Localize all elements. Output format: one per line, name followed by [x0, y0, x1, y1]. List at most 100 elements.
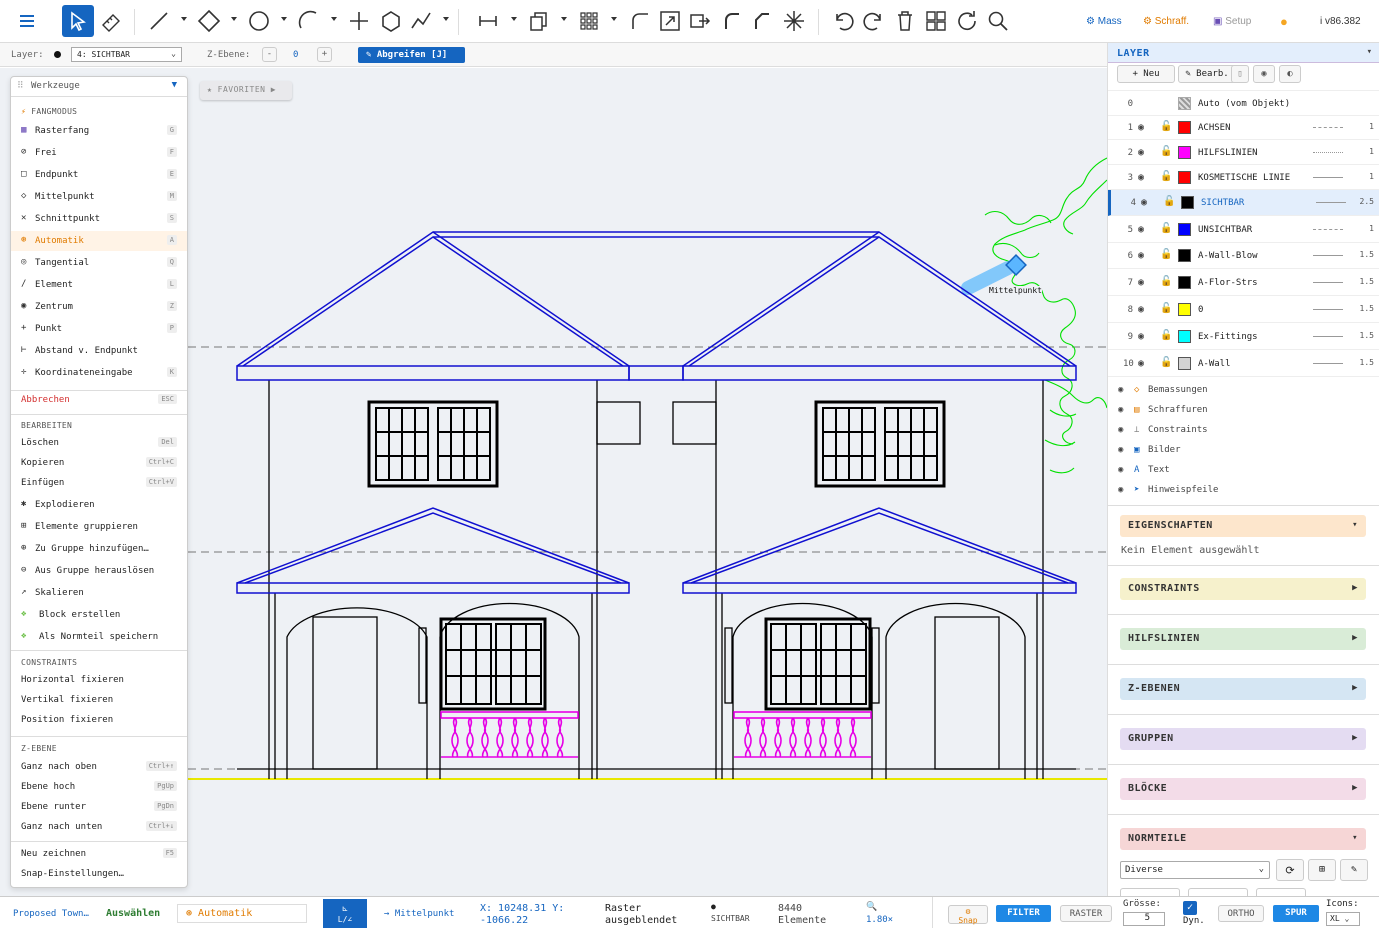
groups-panel-header[interactable]: GRUPPEN ▶ — [1120, 728, 1366, 750]
z-plus-button[interactable]: + — [317, 47, 332, 62]
snap-mode-field[interactable]: ⊛ Automatik — [177, 904, 307, 923]
delete-layer-icon[interactable]: ▯ — [1231, 65, 1249, 83]
visibility-icon[interactable]: ◉ — [1253, 65, 1275, 83]
snap-item[interactable]: ◉ Zentrum Z — [11, 297, 187, 317]
undo-icon[interactable] — [828, 5, 860, 37]
grid-icon[interactable] — [920, 5, 952, 37]
layer-row[interactable]: 1 ◉ 🔓 ACHSEN 1 — [1108, 115, 1379, 140]
mass-button[interactable]: ⚙ Mass — [1086, 16, 1122, 27]
new-layer-button[interactable]: + Neu — [1117, 65, 1175, 83]
grab-button[interactable]: ✎ Abgreifen [J] — [358, 47, 465, 63]
constraint-item[interactable]: Position fixieren — [11, 710, 187, 730]
lock-icon[interactable]: 🔓 — [1160, 303, 1172, 314]
layer-color-swatch[interactable] — [1181, 196, 1194, 209]
snap-item[interactable]: / Element L — [11, 275, 187, 295]
line-icon[interactable] — [143, 5, 175, 37]
snap-item[interactable]: ▦ Rasterfang G — [11, 121, 187, 141]
part-thumb-3[interactable] — [1256, 888, 1306, 896]
theme-icon[interactable]: ● — [1280, 14, 1288, 29]
eye-icon[interactable]: ◉ — [1141, 197, 1147, 208]
add-file-icon[interactable]: ⊞ — [1308, 859, 1336, 881]
circle-icon[interactable] — [243, 5, 275, 37]
polygon-icon[interactable] — [375, 5, 407, 37]
layer-color-swatch[interactable] — [1178, 121, 1191, 134]
snap-item[interactable]: ◇ Mittelpunkt M — [11, 187, 187, 207]
layer-row[interactable]: 5 ◉ 🔓 UNSICHTBAR 1 — [1108, 217, 1379, 243]
edit-item[interactable]: ⊞ Elemente gruppieren — [11, 517, 187, 537]
z-item[interactable]: Ebene hoch PgUp — [11, 777, 187, 797]
rect-icon[interactable] — [193, 5, 225, 37]
icons-size-select[interactable]: XL ⌄ — [1326, 912, 1360, 926]
measure-icon[interactable] — [95, 5, 127, 37]
eye-icon[interactable]: ◉ — [1118, 425, 1123, 435]
layer-color-swatch[interactable] — [1178, 223, 1191, 236]
eye-icon[interactable]: ◉ — [1118, 405, 1123, 415]
snap-settings-item[interactable]: Snap-Einstellungen… — [11, 864, 187, 884]
delete-icon[interactable] — [889, 5, 921, 37]
layer-category[interactable]: ◉ ▣ Bilder — [1118, 443, 1378, 461]
array-icon[interactable] — [573, 5, 605, 37]
lock-icon[interactable]: 🔓 — [1160, 146, 1172, 157]
layer-row[interactable]: 4 ◉ 🔓 SICHTBAR 2.5 — [1108, 190, 1379, 216]
properties-panel-header[interactable]: EIGENSCHAFTEN ▾ — [1120, 515, 1366, 537]
eye-icon[interactable]: ◉ — [1138, 147, 1144, 158]
select-icon[interactable] — [62, 5, 94, 37]
arc-icon[interactable] — [293, 5, 325, 37]
snap-item[interactable]: ⊢ Abstand v. Endpunkt — [11, 341, 187, 361]
edit-item[interactable]: ❖ Als Normteil speichern — [11, 627, 187, 647]
setup-button[interactable]: ▣ Setup — [1213, 16, 1251, 27]
edit-item[interactable]: Einfügen Ctrl+V — [11, 473, 187, 493]
snap-item[interactable]: ⊛ Automatik A — [11, 231, 187, 251]
contrast-icon[interactable]: ◐ — [1279, 65, 1301, 83]
layer-category[interactable]: ◉ ➤ Hinweispfeile — [1118, 483, 1378, 501]
layer-color-swatch[interactable] — [1178, 330, 1191, 343]
favorites-button[interactable]: ★ FAVORITEN ▶ — [200, 81, 292, 100]
explode-icon[interactable] — [778, 5, 810, 37]
eye-icon[interactable]: ◉ — [1138, 250, 1144, 261]
edit-layer-button[interactable]: ✎ Bearb. — [1178, 65, 1236, 83]
standard-parts-select[interactable]: Diverse ⌄ — [1120, 861, 1270, 879]
edit-item[interactable]: ❖ Block erstellen — [11, 605, 187, 625]
redo-icon[interactable] — [857, 5, 889, 37]
edit-item[interactable]: ✱ Explodieren — [11, 495, 187, 515]
z-item[interactable]: Ebene runter PgDn — [11, 797, 187, 817]
edit-item[interactable]: ↗ Skalieren — [11, 583, 187, 603]
layer-color-swatch[interactable] — [1178, 303, 1191, 316]
edit-icon[interactable]: ✎ — [1340, 859, 1368, 881]
chamfer-icon[interactable] — [746, 5, 778, 37]
edit-item[interactable]: ⊕ Zu Gruppe hinzufügen… — [11, 539, 187, 559]
layer-row[interactable]: 7 ◉ 🔓 A-Flor-Strs 1.5 — [1108, 270, 1379, 296]
collapse-icon[interactable]: ▼ — [172, 80, 177, 90]
snap-item[interactable]: ⊘ Frei F — [11, 143, 187, 163]
copy-icon[interactable] — [523, 5, 555, 37]
menu-icon[interactable] — [11, 5, 43, 37]
layer-row-auto[interactable]: 0 Auto (vom Objekt) — [1108, 90, 1379, 116]
fillet-icon[interactable] — [624, 5, 656, 37]
eye-icon[interactable]: ◉ — [1138, 331, 1144, 342]
schraff-button[interactable]: ⚙ Schraff. — [1143, 16, 1189, 27]
dyn-checkbox[interactable]: ✓ — [1183, 901, 1197, 915]
eye-icon[interactable]: ◉ — [1118, 445, 1123, 455]
scale-icon[interactable] — [654, 5, 686, 37]
z-minus-button[interactable]: - — [262, 47, 277, 62]
lock-icon[interactable]: 🔓 — [1160, 276, 1172, 287]
layer-row[interactable]: 9 ◉ 🔓 Ex-Fittings 1.5 — [1108, 324, 1379, 350]
ortho-button[interactable]: ORTHO — [1218, 905, 1264, 922]
lock-icon[interactable]: 🔓 — [1160, 357, 1172, 368]
constraint-item[interactable]: Horizontal fixieren — [11, 670, 187, 690]
layer-row[interactable]: 3 ◉ 🔓 KOSMETISCHE LINIE 1 — [1108, 165, 1379, 190]
eye-icon[interactable]: ◉ — [1118, 465, 1123, 475]
raster-button[interactable]: RASTER — [1060, 905, 1112, 922]
layer-color-swatch[interactable] — [1178, 357, 1191, 370]
redraw-item[interactable]: Neu zeichnen F5 — [11, 844, 187, 864]
refresh-icon[interactable] — [951, 5, 983, 37]
edit-item[interactable]: Kopieren Ctrl+C — [11, 453, 187, 473]
lock-icon[interactable]: 🔓 — [1163, 196, 1175, 207]
lock-icon[interactable]: 🔓 — [1160, 171, 1172, 182]
arc2-icon[interactable] — [716, 5, 748, 37]
guides-panel-header[interactable]: HILFSLINIEN ▶ — [1120, 628, 1366, 650]
z-item[interactable]: Ganz nach oben Ctrl+↑ — [11, 757, 187, 777]
layer-row[interactable]: 2 ◉ 🔓 HILFSLINIEN 1 — [1108, 140, 1379, 165]
layer-category[interactable]: ◉ ◇ Bemassungen — [1118, 383, 1378, 401]
eye-icon[interactable]: ◉ — [1118, 385, 1123, 395]
